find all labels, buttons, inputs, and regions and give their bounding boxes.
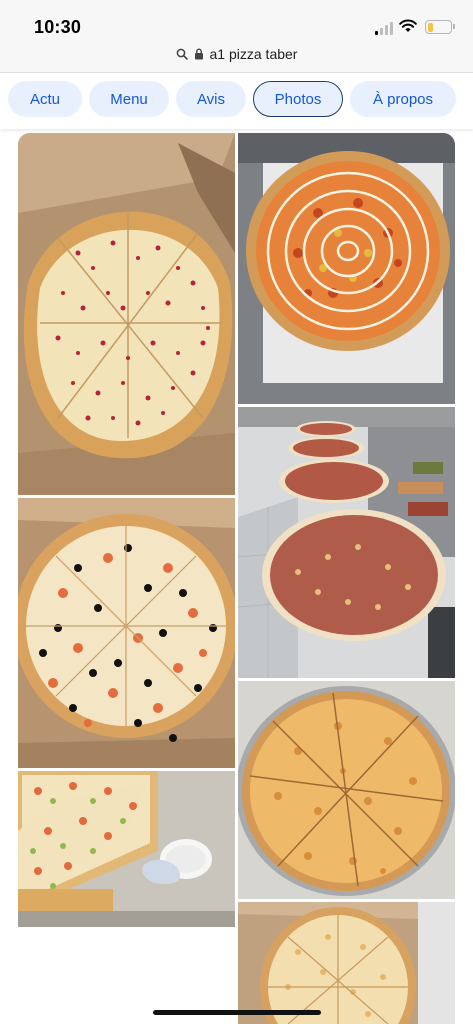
- tab-label: Actu: [29, 90, 60, 108]
- wifi-icon: [399, 19, 417, 32]
- photo-pizza-vegetable-dip[interactable]: [18, 771, 235, 927]
- photo-grid: [0, 0, 473, 1024]
- battery-icon: [425, 20, 455, 34]
- tab-photos[interactable]: Photos: [253, 81, 343, 117]
- tab-actu[interactable]: Actu: [8, 81, 82, 117]
- tab-avis[interactable]: Avis: [176, 81, 246, 117]
- search-icon: [176, 48, 188, 60]
- photo-pizzas-counter[interactable]: [238, 407, 455, 678]
- signal-icon: [375, 21, 395, 35]
- photo-pizza-cheese-slices[interactable]: [238, 681, 455, 899]
- tab-label: Menu: [110, 90, 148, 108]
- tab-menu[interactable]: Menu: [89, 81, 169, 117]
- tab-label: Photos: [274, 90, 322, 108]
- tab-a-propos[interactable]: À propos: [350, 81, 456, 117]
- photo-pizza-cheese-box[interactable]: [238, 902, 455, 1024]
- photo-pizza-drizzle[interactable]: [238, 133, 455, 404]
- status-time: 10:30: [34, 17, 82, 37]
- tab-label: À propos: [372, 90, 434, 108]
- lock-icon: [194, 48, 203, 60]
- address-bar[interactable]: a1 pizza taber: [0, 44, 473, 72]
- tab-label: Avis: [196, 90, 226, 108]
- photo-pizza-pepperoni-bits[interactable]: [18, 133, 235, 495]
- address-text: a1 pizza taber: [209, 46, 298, 62]
- status-bar: 10:30: [0, 0, 473, 44]
- home-indicator[interactable]: [153, 1010, 321, 1015]
- photo-pizza-olives[interactable]: [18, 498, 235, 768]
- tab-bar: Actu Menu Avis Photos À propos: [0, 72, 473, 129]
